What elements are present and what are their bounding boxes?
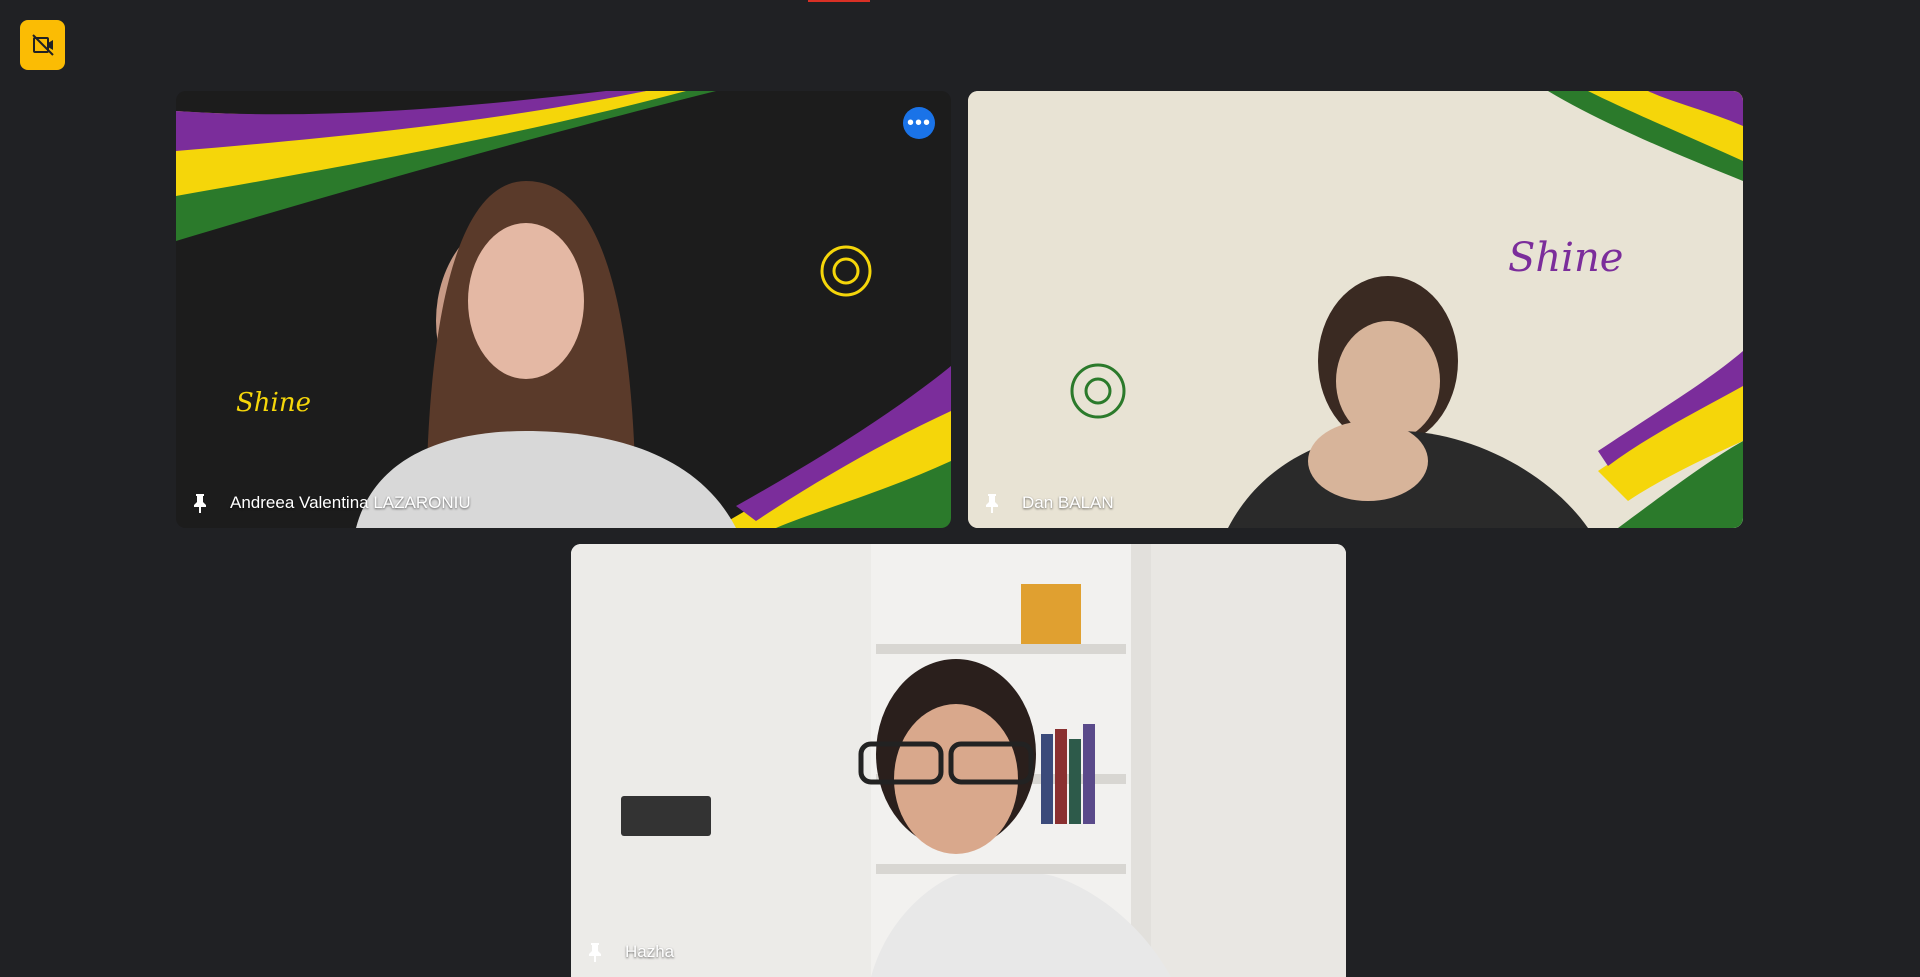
participant-name: Andreea Valentina LAZARONIU [230, 493, 471, 512]
participant-name-bar-1: Andreea Valentina LAZARONIU [190, 492, 471, 514]
participant-tile-2[interactable]: Shine Dan BALAN [968, 91, 1743, 528]
participant-name: Dan BALAN [1022, 493, 1114, 512]
participant-tile-3[interactable]: Hazha [571, 544, 1346, 977]
participant-video-1: Shine [176, 91, 951, 528]
participant-name: Hazha [625, 942, 675, 961]
more-options-button[interactable]: ••• [903, 107, 935, 139]
meeting-stage: Shine ••• Andreea Valentina LAZARONIU Sh… [0, 0, 1920, 977]
participant-tile-1[interactable]: Shine ••• Andreea Valentina LAZARONIU [176, 91, 951, 528]
participant-name-bar-3: Hazha [585, 941, 674, 963]
svg-text:Shine: Shine [236, 388, 311, 418]
pin-icon[interactable] [190, 492, 210, 514]
participant-video-2: Shine [968, 91, 1743, 528]
participant-name-bar-2: Dan BALAN [982, 492, 1114, 514]
more-horizontal-icon: ••• [906, 112, 931, 134]
svg-text:Shine: Shine [1508, 235, 1623, 281]
recording-indicator [808, 0, 870, 2]
participant-video-3 [571, 544, 1346, 977]
pin-icon[interactable] [585, 941, 605, 963]
camera-off-icon [31, 34, 54, 56]
pin-icon[interactable] [982, 492, 1002, 514]
camera-off-button[interactable] [20, 20, 65, 70]
